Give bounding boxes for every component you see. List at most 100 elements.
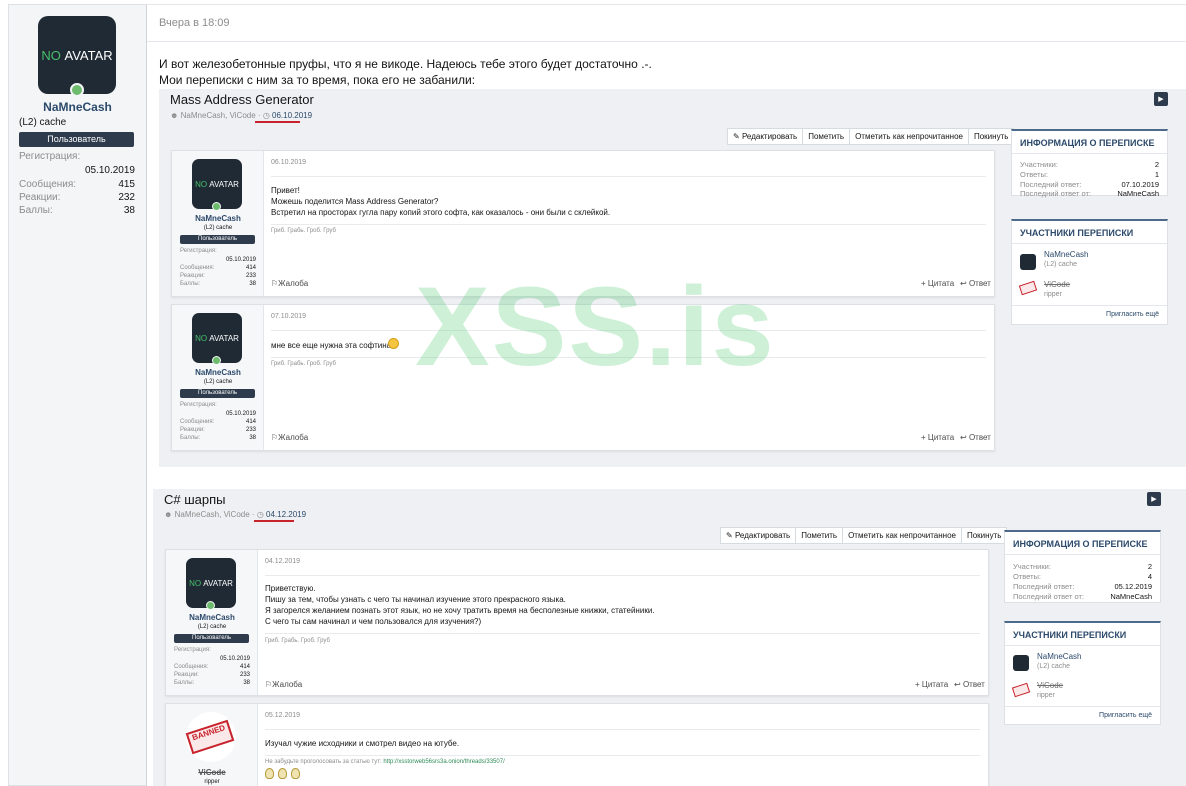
thread-title: Mass Address Generator <box>170 92 314 107</box>
smile-emoji-icon <box>388 338 399 349</box>
message-line: Привет! <box>271 186 300 195</box>
participant-title: ripper <box>1037 692 1055 699</box>
message-author-title: (L2) cache <box>203 379 233 385</box>
thread-title: C# шарпы <box>164 492 226 507</box>
participant-title: ripper <box>1044 291 1062 298</box>
post-date[interactable]: Вчера в 18:09 <box>159 17 230 29</box>
thread-screenshot-1: Mass Address Generator ☻ NaMneCash, ViCo… <box>159 89 1186 467</box>
signature-divider <box>265 755 980 756</box>
signature-link[interactable]: http://xsstorweb56srs3a.onion/threads/33… <box>383 759 504 765</box>
message-author-name[interactable]: NaMneCash <box>172 214 264 223</box>
quote-link[interactable]: + Цитата <box>915 680 948 689</box>
play-arrow-icon[interactable]: ▶ <box>1154 92 1168 106</box>
message-line: Я загорелся желанием познать этот язык, … <box>265 606 655 615</box>
leave-button[interactable]: Покинуть <box>960 528 1006 543</box>
message-line: мне все еще нужна эта софтина <box>271 341 392 350</box>
date-underline <box>254 520 294 522</box>
mark-unread-button[interactable]: Отметить как непрочитанное <box>849 129 968 144</box>
signature-divider <box>265 633 980 634</box>
date-underline <box>255 121 300 123</box>
participant-name[interactable]: NaMneCash <box>1044 250 1088 259</box>
message-box: NO AVATAR NaMneCash (L2) cache Пользоват… <box>171 304 995 451</box>
author-title: (L2) cache <box>19 117 67 128</box>
thread-meta: ☻ NaMneCash, ViCode · ◷ 06.10.2019 <box>170 111 313 120</box>
message-date[interactable]: 04.12.2019 <box>265 558 300 565</box>
message-line: Приветствую. <box>265 584 316 593</box>
avatar-no-text: NO <box>41 47 61 63</box>
thread-info-heading: ИНФОРМАЦИЯ О ПЕРЕПИСКЕ <box>1020 138 1155 148</box>
registration-date: 05.10.2019 <box>84 165 135 176</box>
quote-link[interactable]: + Цитата <box>921 279 954 288</box>
thread-participants-box: УЧАСТНИКИ ПЕРЕПИСКИ NaMneCash (L2) cache… <box>1011 219 1168 325</box>
play-arrow-icon[interactable]: ▶ <box>1147 492 1161 506</box>
report-link[interactable]: ⚐Жалоба <box>265 680 302 689</box>
banned-stamp-icon <box>1011 682 1031 698</box>
thread-screenshot-2: C# шарпы ☻ NaMneCash, ViCode · ◷ 04.12.2… <box>153 489 1186 786</box>
message-date[interactable]: 05.12.2019 <box>265 712 300 719</box>
page: NO AVATAR NaMneCash (L2) cache Пользоват… <box>0 0 1186 786</box>
clock-icon: ◷ <box>262 111 270 120</box>
message-line: Пишу за тем, чтобы узнать с чего ты начи… <box>265 595 566 604</box>
registration-label: Регистрация: <box>19 151 81 162</box>
participant-name[interactable]: NaMneCash <box>1037 652 1081 661</box>
invite-more-link[interactable]: Пригласить ещё <box>1106 311 1159 318</box>
signature-divider <box>271 224 986 225</box>
edit-button[interactable]: ✎ Редактировать <box>728 129 802 144</box>
online-indicator-icon <box>212 356 221 365</box>
message-divider <box>271 330 986 331</box>
reply-link[interactable]: ↩ Ответ <box>960 279 991 288</box>
reply-link[interactable]: ↩ Ответ <box>960 433 991 442</box>
edit-icon: ✎ <box>733 132 740 141</box>
thread-meta: ☻ NaMneCash, ViCode · ◷ 04.12.2019 <box>164 510 307 519</box>
message-user-panel: NO AVATAR NaMneCash (L2) cache Пользоват… <box>166 550 258 695</box>
message-date[interactable]: 07.10.2019 <box>271 313 306 320</box>
participant-avatar[interactable] <box>1013 655 1029 671</box>
info-row: Последний ответ от: NaMneCash <box>1013 592 1152 601</box>
participant-title: (L2) cache <box>1037 663 1071 670</box>
info-row: Участники: 2 <box>1020 160 1159 169</box>
post-text-line-2: Мои переписки с ним за то время, пока ег… <box>159 73 476 87</box>
message-date[interactable]: 06.10.2019 <box>271 159 306 166</box>
participant-name[interactable]: ViCode <box>1037 681 1063 690</box>
lightbulb-icon <box>291 768 300 779</box>
message-author-badge: Пользователь <box>180 389 255 398</box>
participant-name[interactable]: ViCode <box>1044 280 1070 289</box>
thread-participants-box: УЧАСТНИКИ ПЕРЕПИСКИ NaMneCash (L2) cache… <box>1004 621 1161 725</box>
invite-more-link[interactable]: Пригласить ещё <box>1099 712 1152 719</box>
post-text-line-1: И вот железобетонные пруфы, что я не вик… <box>159 57 652 71</box>
reply-icon: ↩ <box>960 279 967 288</box>
info-row: Ответы: 1 <box>1020 170 1159 179</box>
post-divider <box>147 41 1186 42</box>
report-link[interactable]: ⚐Жалоба <box>271 433 308 442</box>
participant-avatar[interactable] <box>1020 254 1036 270</box>
message-author-name[interactable]: NaMneCash <box>166 613 258 622</box>
message-author-name[interactable]: NaMneCash <box>172 368 264 377</box>
participants-divider <box>1005 645 1160 646</box>
edit-icon: ✎ <box>726 531 733 540</box>
stat-points: Баллы: 38 <box>19 205 135 216</box>
thread-info-box: ИНФОРМАЦИЯ О ПЕРЕПИСКЕ Участники: 2 Ответ… <box>1011 129 1168 198</box>
message-line: Можешь поделится Mass Address Generator? <box>271 197 439 206</box>
message-author-title: (L2) cache <box>203 225 233 231</box>
info-row: Последний ответ: 05.12.2019 <box>1013 582 1152 591</box>
message-author-badge: Пользователь <box>180 235 255 244</box>
edit-button[interactable]: ✎ Редактировать <box>721 528 795 543</box>
author-name[interactable]: NaMneCash <box>9 100 146 114</box>
message-signature: Не забудьте проголосовать за статью тут:… <box>265 759 505 765</box>
report-link[interactable]: ⚐Жалоба <box>271 279 308 288</box>
lightbulb-icon <box>278 768 287 779</box>
participants-heading: УЧАСТНИКИ ПЕРЕПИСКИ <box>1013 630 1127 640</box>
mark-unread-button[interactable]: Отметить как непрочитанное <box>842 528 961 543</box>
reply-link[interactable]: ↩ Ответ <box>954 680 985 689</box>
thread-toolbar: ✎ Редактировать Пометить Отметить как не… <box>727 128 1015 145</box>
stat-messages: Сообщения: 415 <box>19 179 135 190</box>
mark-button[interactable]: Пометить <box>802 129 849 144</box>
quote-link[interactable]: + Цитата <box>921 433 954 442</box>
message-author-name[interactable]: ViCode <box>166 768 258 777</box>
mark-button[interactable]: Пометить <box>795 528 842 543</box>
message-author-title: (L2) cache <box>197 624 227 630</box>
message-divider <box>265 575 980 576</box>
leave-button[interactable]: Покинуть <box>967 129 1013 144</box>
message-signature: Гриб. Грабь. Гроб. Груб <box>265 638 330 644</box>
message-line: Изучал чужие исходники и смотрел видео н… <box>265 739 460 748</box>
